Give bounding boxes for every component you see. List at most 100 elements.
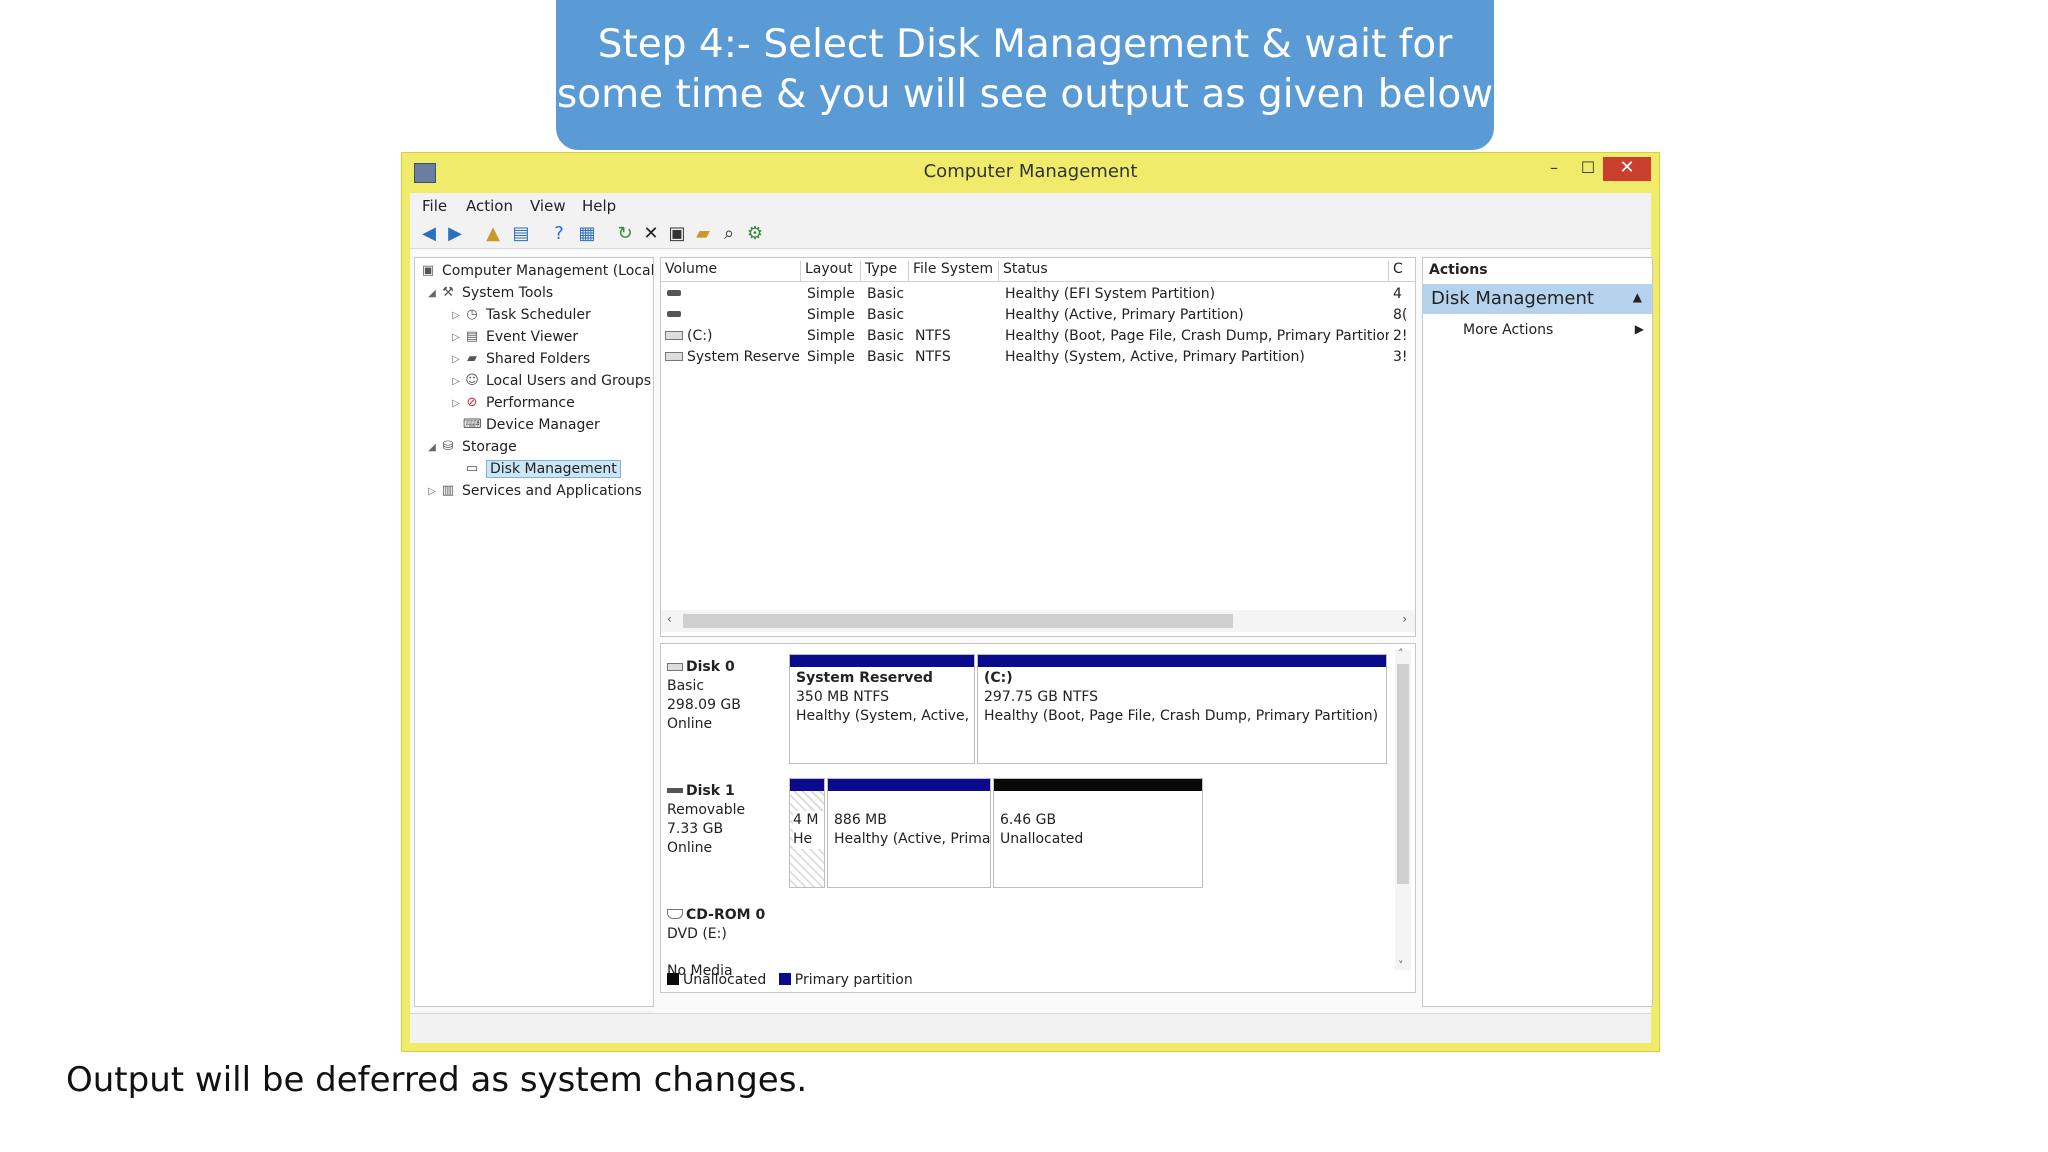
back-arrow-icon[interactable]: ◀	[418, 223, 440, 245]
search-icon[interactable]: ⌕	[718, 223, 740, 245]
table-row[interactable]: Simple Basic Healthy (EFI System Partiti…	[661, 284, 1415, 305]
expand-arrow-icon[interactable]: ▷	[449, 310, 463, 321]
primary-partition-bar	[828, 779, 990, 791]
expand-arrow-icon[interactable]: ▷	[449, 376, 463, 387]
disk-view-vertical-scrollbar[interactable]: ˄ ˅	[1395, 647, 1411, 972]
tree-item-device-manager[interactable]: ⌨ Device Manager	[463, 414, 600, 436]
actions-header: Actions	[1429, 262, 1488, 278]
tree-item-computer-management[interactable]: ▣ Computer Management (Local	[419, 260, 653, 282]
expand-arrow-icon[interactable]: ▷	[449, 332, 463, 343]
shared-folders-icon: ▰	[467, 351, 477, 366]
up-folder-icon[interactable]: ▲	[482, 223, 504, 245]
performance-icon: ⊘	[466, 395, 478, 410]
removable-disk-icon	[667, 788, 683, 793]
properties-icon[interactable]: ▣	[666, 223, 688, 245]
expand-arrow-icon[interactable]: ▷	[449, 354, 463, 365]
tree-item-task-scheduler[interactable]: ▷ ◷ Task Scheduler	[449, 304, 591, 326]
help-icon[interactable]: ?	[548, 223, 570, 245]
menu-file[interactable]: File	[422, 197, 447, 215]
partition-886mb[interactable]: 886 MB Healthy (Active, Prima	[827, 778, 991, 888]
unallocated-bar	[994, 779, 1202, 791]
navigation-tree: ▣ Computer Management (Local ◢ ⚒ System …	[414, 257, 654, 1007]
expand-arrow-icon[interactable]: ▷	[425, 486, 439, 497]
tree-item-disk-management[interactable]: ▭ Disk Management	[463, 458, 621, 480]
disk-management-icon: ▭	[465, 461, 479, 476]
drive-icon	[665, 331, 683, 340]
cd-rom-0-label[interactable]: CD-ROM 0 DVD (E:) No Media	[667, 906, 787, 981]
disk-graphical-view: Disk 0 Basic 298.09 GB Online System Res…	[660, 643, 1416, 993]
actions-disk-management[interactable]: Disk Management	[1423, 284, 1652, 314]
refresh-icon[interactable]: ↻	[614, 223, 636, 245]
tree-item-performance[interactable]: ▷ ⊘ Performance	[449, 392, 575, 414]
collapse-arrow-icon[interactable]: ◢	[425, 442, 439, 453]
show-hide-action-pane-icon[interactable]: ▦	[576, 223, 598, 245]
tree-item-services-and-applications[interactable]: ▷ ▥ Services and Applications	[425, 480, 642, 502]
expand-arrow-icon[interactable]: ▷	[449, 398, 463, 409]
collapse-up-icon[interactable]: ▲	[1633, 290, 1642, 304]
column-header-volume[interactable]: Volume	[661, 261, 801, 281]
actions-pane: Actions Disk Management ▲ More Actions ▶	[1422, 257, 1653, 1007]
cd-rom-icon	[667, 909, 683, 919]
toolbar: ◀ ▶ ▲ ▤ ? ▦ ↻ ✕ ▣ ▰ ⌕ ⚙	[410, 219, 1651, 249]
system-tools-icon: ⚒	[442, 285, 454, 300]
window-client: File Action View Help ◀ ▶ ▲ ▤ ? ▦ ↻ ✕ ▣ …	[410, 193, 1653, 1043]
scroll-up-icon[interactable]: ˄	[1398, 647, 1404, 660]
partition-unallocated[interactable]: 6.46 GB Unallocated	[993, 778, 1203, 888]
column-header-file-system[interactable]: File System	[909, 261, 999, 281]
volume-list: Volume Layout Type File System Status C …	[660, 257, 1416, 637]
minimize-button[interactable]: –	[1537, 157, 1571, 181]
title-bar[interactable]: Computer Management – ☐ ✕	[402, 153, 1659, 193]
column-header-layout[interactable]: Layout	[801, 261, 861, 281]
tree-item-system-tools[interactable]: ◢ ⚒ System Tools	[425, 282, 553, 304]
open-folder-icon[interactable]: ▰	[692, 223, 714, 245]
event-viewer-icon: ▤	[465, 329, 479, 344]
disk-1-label[interactable]: Disk 1 Removable 7.33 GB Online	[667, 782, 787, 858]
scroll-left-icon[interactable]: ‹	[667, 612, 672, 626]
disk-view-scroll-thumb[interactable]	[1397, 664, 1409, 884]
column-header-type[interactable]: Type	[861, 261, 909, 281]
menu-action[interactable]: Action	[466, 197, 513, 215]
step-banner: Step 4:- Select Disk Management & wait f…	[556, 0, 1494, 150]
banner-line-1: Step 4:- Select Disk Management & wait f…	[597, 22, 1453, 67]
primary-partition-swatch	[778, 973, 791, 985]
disk-0-label[interactable]: Disk 0 Basic 298.09 GB Online	[667, 658, 787, 734]
partition-small-efi[interactable]: 4 M He	[789, 778, 825, 888]
more-actions-link[interactable]: More Actions	[1463, 322, 1553, 338]
table-row[interactable]: System Reserved Simple Basic NTFS Health…	[661, 347, 1415, 368]
footer-note: Output will be deferred as system change…	[66, 1060, 808, 1100]
tree-item-event-viewer[interactable]: ▷ ▤ Event Viewer	[449, 326, 578, 348]
show-hide-tree-icon[interactable]: ▤	[510, 223, 532, 245]
scroll-down-icon[interactable]: ˅	[1398, 959, 1404, 972]
partition-system-reserved[interactable]: System Reserved 350 MB NTFS Healthy (Sys…	[789, 654, 975, 764]
drive-icon	[667, 311, 681, 317]
maximize-button[interactable]: ☐	[1571, 157, 1605, 181]
disk-icon	[667, 663, 683, 671]
volume-list-scroll-thumb[interactable]	[683, 614, 1233, 628]
collapse-arrow-icon[interactable]: ◢	[425, 288, 439, 299]
tree-item-storage[interactable]: ◢ ⛁ Storage	[425, 436, 517, 458]
column-header-status[interactable]: Status	[999, 261, 1389, 281]
tree-item-local-users-and-groups[interactable]: ▷ ☺ Local Users and Groups	[449, 370, 651, 392]
users-icon: ☺	[465, 373, 479, 388]
table-row[interactable]: Simple Basic Healthy (Active, Primary Pa…	[661, 305, 1415, 326]
column-header-capacity[interactable]: C	[1389, 261, 1415, 281]
settings-icon[interactable]: ⚙	[744, 223, 766, 245]
drive-icon	[667, 290, 681, 296]
disk-legend: Unallocated Primary partition	[667, 972, 913, 988]
drive-icon	[665, 352, 683, 361]
partition-c-drive[interactable]: (C:) 297.75 GB NTFS Healthy (Boot, Page …	[977, 654, 1387, 764]
slide: Step 4:- Select Disk Management & wait f…	[0, 0, 2048, 1152]
close-button[interactable]: ✕	[1603, 157, 1651, 181]
volume-list-horizontal-scrollbar[interactable]: ‹ ›	[661, 610, 1415, 632]
unallocated-swatch	[667, 973, 679, 985]
scroll-right-icon[interactable]: ›	[1402, 612, 1407, 626]
menu-view[interactable]: View	[530, 197, 566, 215]
menu-help[interactable]: Help	[582, 197, 616, 215]
clock-icon: ◷	[466, 307, 478, 322]
window-title: Computer Management	[923, 161, 1138, 182]
computer-management-icon: ▣	[421, 263, 435, 278]
table-row[interactable]: (C:) Simple Basic NTFS Healthy (Boot, Pa…	[661, 326, 1415, 347]
delete-icon[interactable]: ✕	[640, 223, 662, 245]
tree-item-shared-folders[interactable]: ▷ ▰ Shared Folders	[449, 348, 590, 370]
forward-arrow-icon[interactable]: ▶	[444, 223, 466, 245]
